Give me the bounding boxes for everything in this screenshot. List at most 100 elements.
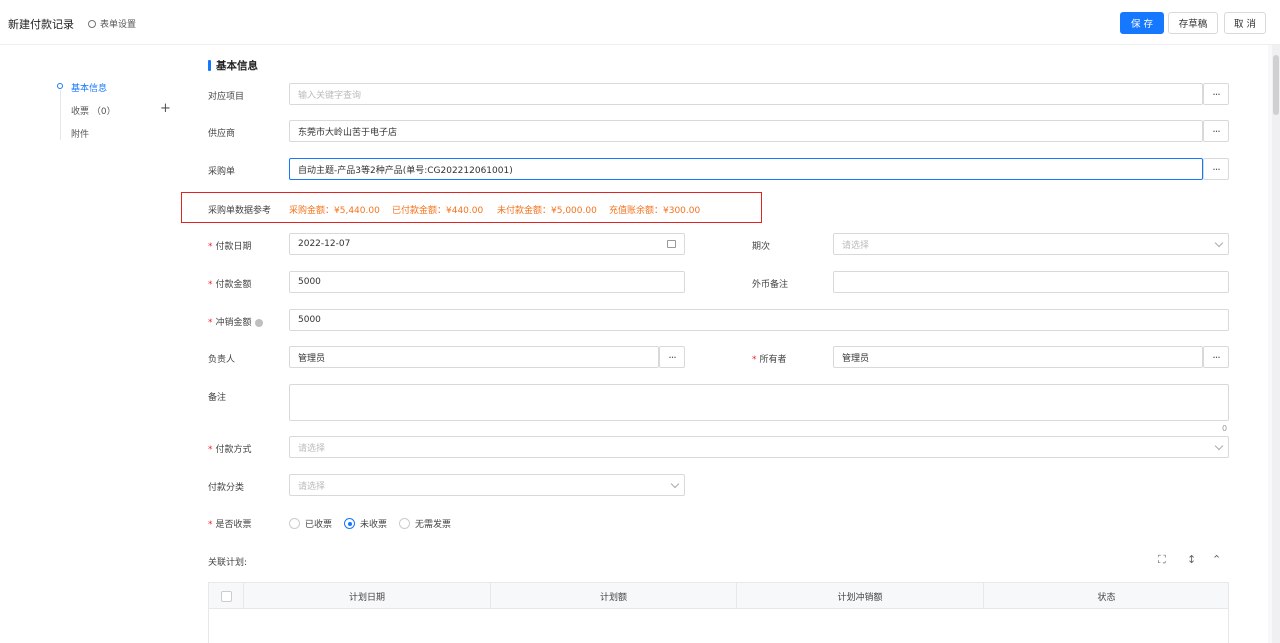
period-label: 期次: [752, 242, 771, 252]
recharge-balance: 充值账余额：¥300.00: [609, 206, 701, 216]
project-input[interactable]: 输入关键字查询: [289, 83, 1203, 105]
owner-label: * 所有者: [752, 352, 787, 365]
section-bar: [208, 60, 211, 71]
calendar-icon[interactable]: [667, 240, 676, 248]
payment-category-placeholder: 请选择: [298, 481, 326, 492]
invoice-received-label-text: 是否收票: [215, 520, 252, 530]
offset-amount-label-text: 冲销金额: [215, 318, 252, 328]
chevron-down-icon: [1214, 441, 1224, 451]
section-title: 基本信息: [208, 58, 258, 73]
payment-amount-input[interactable]: 5000: [289, 271, 685, 293]
period-placeholder: 请选择: [842, 240, 870, 251]
radio-invoice-not-received[interactable]: 未收票: [344, 517, 387, 530]
top-bar: 新建付款记录 表单设置 保 存 存草稿 取 消: [0, 0, 1280, 45]
scrollbar-thumb[interactable]: [1273, 55, 1279, 115]
remark-textarea[interactable]: [289, 384, 1229, 421]
radio-invoice-received[interactable]: 已收票: [289, 517, 332, 530]
payment-category-label: 付款分类: [208, 483, 245, 493]
column-plan-amount[interactable]: 计划额: [490, 583, 736, 609]
payment-method-label: * 付款方式: [208, 442, 252, 455]
payment-date-input[interactable]: 2022-12-07: [289, 233, 685, 255]
foreign-note-label: 外币备注: [752, 280, 789, 290]
chevron-down-icon: [1214, 238, 1224, 248]
required-mark: *: [208, 520, 213, 530]
plan-table-header: 计划日期 计划额 计划冲销额 状态: [209, 583, 1228, 609]
project-label: 对应项目: [208, 92, 245, 102]
invoice-received-label: * 是否收票: [208, 517, 252, 530]
foreign-note-input[interactable]: [833, 271, 1229, 293]
payment-date-label-text: 付款日期: [215, 242, 252, 252]
column-plan-date[interactable]: 计划日期: [243, 583, 490, 609]
owner-label-text: 所有者: [759, 355, 787, 365]
chevron-down-icon: [670, 479, 680, 489]
supplier-label: 供应商: [208, 129, 236, 139]
page-title: 新建付款记录: [8, 18, 74, 31]
required-mark: *: [752, 355, 757, 365]
help-icon[interactable]: [254, 318, 263, 327]
unpaid-amount: 未付款金额：¥5,000.00: [497, 206, 597, 216]
nav-item-invoices[interactable]: 收票 （0）: [71, 104, 116, 117]
nav-item-attachments[interactable]: 附件: [71, 127, 89, 140]
radio-circle[interactable]: [289, 518, 300, 529]
owner-person-label: 负责人: [208, 355, 236, 365]
offset-amount-input[interactable]: 5000: [289, 309, 1229, 331]
payment-method-select[interactable]: 请选择: [289, 436, 1229, 458]
radio-label: 无需发票: [415, 520, 452, 530]
form-settings-label: 表单设置: [100, 20, 137, 30]
select-all-cell: [209, 583, 243, 609]
row-height-icon[interactable]: ↕: [1187, 553, 1196, 566]
radio-label: 未收票: [360, 520, 388, 530]
radio-no-invoice-needed[interactable]: 无需发票: [399, 517, 451, 530]
owner-person-picker-button[interactable]: ···: [659, 346, 685, 368]
required-mark: *: [208, 318, 213, 328]
gear-icon: [88, 19, 96, 28]
save-button[interactable]: 保 存: [1120, 12, 1164, 34]
nav-active-dot-icon: [57, 83, 63, 89]
remark-label: 备注: [208, 393, 227, 403]
column-status[interactable]: 状态: [983, 583, 1229, 609]
radio-label: 已收票: [305, 520, 333, 530]
period-select[interactable]: 请选择: [833, 233, 1229, 255]
scrollbar[interactable]: [1272, 45, 1280, 643]
paid-amount: 已付款金额：¥440.00: [392, 206, 484, 216]
required-mark: *: [208, 445, 213, 455]
payment-date-label: * 付款日期: [208, 239, 252, 252]
form-settings-link[interactable]: 表单设置: [88, 17, 136, 30]
owner-person-input[interactable]: 管理员: [289, 346, 659, 368]
supplier-input[interactable]: 东莞市大岭山苦于电子店: [289, 120, 1203, 142]
purchase-order-label: 采购单: [208, 167, 236, 177]
owner-input[interactable]: 管理员: [833, 346, 1203, 368]
radio-circle[interactable]: [344, 518, 355, 529]
owner-picker-button[interactable]: ···: [1203, 346, 1229, 368]
purchase-amount: 采购金额：¥5,440.00: [289, 206, 380, 216]
reference-label: 采购单数据参考: [208, 206, 272, 216]
section-title-text: 基本信息: [216, 60, 258, 72]
add-invoice-icon[interactable]: +: [160, 101, 171, 116]
save-draft-button[interactable]: 存草稿: [1168, 12, 1218, 34]
required-mark: *: [208, 280, 213, 290]
payment-method-label-text: 付款方式: [215, 445, 252, 455]
related-plan-label: 关联计划:: [208, 558, 248, 568]
fullscreen-icon[interactable]: ⛶: [1158, 553, 1166, 567]
project-picker-button[interactable]: ···: [1203, 83, 1229, 105]
payment-date-value: 2022-12-07: [298, 239, 351, 249]
nav-line: [59, 90, 61, 140]
plan-table: 计划日期 计划额 计划冲销额 状态: [208, 582, 1229, 643]
section-nav: [0, 45, 188, 643]
payment-amount-label-text: 付款金额: [215, 280, 252, 290]
purchase-order-input[interactable]: 自动主题-产品3等2种产品(单号:CG202212061001): [289, 158, 1203, 180]
nav-item-basic-info[interactable]: 基本信息: [71, 81, 107, 94]
purchase-order-picker-button[interactable]: ···: [1203, 158, 1229, 180]
remark-char-counter: 0: [1222, 424, 1228, 433]
column-plan-offset-amount[interactable]: 计划冲销额: [736, 583, 983, 609]
select-all-checkbox[interactable]: [220, 590, 232, 602]
offset-amount-label: * 冲销金额: [208, 315, 263, 328]
payment-method-placeholder: 请选择: [298, 443, 326, 454]
radio-circle[interactable]: [399, 518, 410, 529]
chevron-up-icon[interactable]: ⌃: [1212, 553, 1221, 566]
required-mark: *: [208, 242, 213, 252]
cancel-button[interactable]: 取 消: [1224, 12, 1266, 34]
payment-amount-label: * 付款金额: [208, 277, 252, 290]
payment-category-select[interactable]: 请选择: [289, 474, 685, 496]
supplier-picker-button[interactable]: ···: [1203, 120, 1229, 142]
